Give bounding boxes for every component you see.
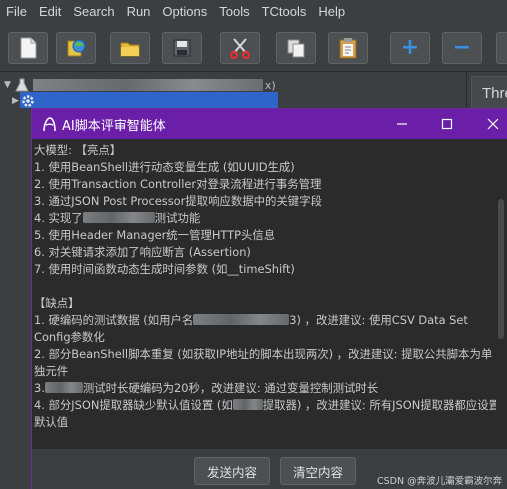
cut-button[interactable] xyxy=(220,32,260,64)
maximize-icon xyxy=(441,118,453,130)
output-line: 1. 使用BeanShell进行动态变量生成 (如UUID生成) xyxy=(34,160,295,174)
templates-icon xyxy=(67,39,86,57)
redacted-text xyxy=(193,314,290,325)
review-output[interactable]: 大模型: 【亮点】 1. 使用BeanShell进行动态变量生成 (如UUID生… xyxy=(32,139,507,448)
menu-tctools[interactable]: TCtools xyxy=(256,0,313,24)
redacted-text xyxy=(44,382,83,393)
expand-button[interactable]: + xyxy=(390,32,430,64)
save-button[interactable] xyxy=(162,32,202,64)
output-scrollbar[interactable] xyxy=(496,139,506,448)
output-line: 4. 部分JSON提取器缺少默认值设置 (如 提取器) ，改进建议: 所有JSON… xyxy=(34,398,500,429)
scrollbar-thumb[interactable] xyxy=(498,199,504,339)
close-icon xyxy=(487,118,499,130)
menu-run[interactable]: Run xyxy=(121,0,157,24)
copy-icon xyxy=(287,39,305,58)
new-button[interactable] xyxy=(8,32,48,64)
tree-node-suffix: x) xyxy=(264,78,276,92)
copy-button[interactable] xyxy=(276,32,316,64)
redacted-text xyxy=(82,212,155,223)
redacted-text xyxy=(232,399,263,410)
output-line: 1. 硬编码的测试数据 (如用户名 3) ，改进建议: 使用CSV Data Se… xyxy=(34,313,468,344)
menu-file[interactable]: File xyxy=(0,0,33,24)
minimize-icon xyxy=(397,123,407,125)
watermark: CSDN @奔波儿灞爱霸波尔奔 xyxy=(377,476,503,487)
new-icon xyxy=(20,37,37,59)
output-line: 5. 使用Header Manager统一管理HTTP头信息 xyxy=(34,228,276,242)
menu-bar: File Edit Search Run Options Tools TCtoo… xyxy=(0,0,507,24)
dialog-footer: 发送内容 清空内容 CSDN @奔波儿灞爱霸波尔奔 xyxy=(32,448,507,489)
output-line: 7. 使用时间函数动态生成时间参数 (如__timeShift) xyxy=(34,262,295,276)
right-panel-header: Thre xyxy=(471,76,507,110)
output-line: 大模型: 【亮点】 xyxy=(34,143,122,157)
minimize-button[interactable] xyxy=(392,114,412,134)
dialog-title: AI脚本评审智能体 xyxy=(62,119,166,134)
ai-review-dialog: AI脚本评审智能体 大模型: 【亮点】 1. 使用BeanShell进行动态变量… xyxy=(31,108,507,489)
menu-options[interactable]: Options xyxy=(156,0,213,24)
output-line: 【缺点】 xyxy=(34,296,80,310)
collapse-button[interactable]: − xyxy=(442,32,482,64)
clear-button[interactable]: 清空内容 xyxy=(280,457,356,485)
close-button[interactable] xyxy=(483,114,503,134)
output-line: 4. 实现了 测试功能 xyxy=(34,211,201,225)
menu-help[interactable]: Help xyxy=(312,0,351,24)
save-icon xyxy=(173,39,191,57)
menu-tools[interactable]: Tools xyxy=(213,0,255,24)
cut-icon xyxy=(229,38,251,59)
collapse-arrow-icon[interactable]: ▼ xyxy=(4,80,11,90)
minus-icon: − xyxy=(452,35,472,60)
toolbar: + − xyxy=(0,24,507,72)
send-button[interactable]: 发送内容 xyxy=(194,457,270,485)
output-line: 6. 对关键请求添加了响应断言 (Assertion) xyxy=(34,245,251,259)
open-button[interactable] xyxy=(110,32,150,64)
templates-button[interactable] xyxy=(56,32,96,64)
redacted-name xyxy=(32,79,263,91)
app-logo-icon xyxy=(43,117,56,132)
output-line: 2. 部分BeanShell脚本重复 (如获取IP地址的脚本出现两次) ，改进建… xyxy=(34,347,493,378)
toolbar-overflow[interactable] xyxy=(496,32,507,64)
menu-edit[interactable]: Edit xyxy=(33,0,67,24)
paste-icon xyxy=(339,38,357,59)
gear-icon xyxy=(22,95,34,107)
test-plan-icon xyxy=(15,78,29,92)
output-line: 2. 使用Transaction Controller对登录流程进行事务管理 xyxy=(34,177,322,191)
output-line: 3. 通过JSON Post Processor提取响应数据中的关键字段 xyxy=(34,194,322,208)
expand-arrow-icon[interactable]: ▶ xyxy=(12,96,19,106)
output-line: 3. 测试时长硬编码为20秒，改进建议: 通过变量控制测试时长 xyxy=(34,381,379,395)
open-icon xyxy=(120,42,140,57)
paste-button[interactable] xyxy=(328,32,368,64)
menu-search[interactable]: Search xyxy=(67,0,120,24)
maximize-button[interactable] xyxy=(437,114,457,134)
dialog-titlebar[interactable]: AI脚本评审智能体 xyxy=(32,109,507,139)
plus-icon: + xyxy=(400,35,420,60)
